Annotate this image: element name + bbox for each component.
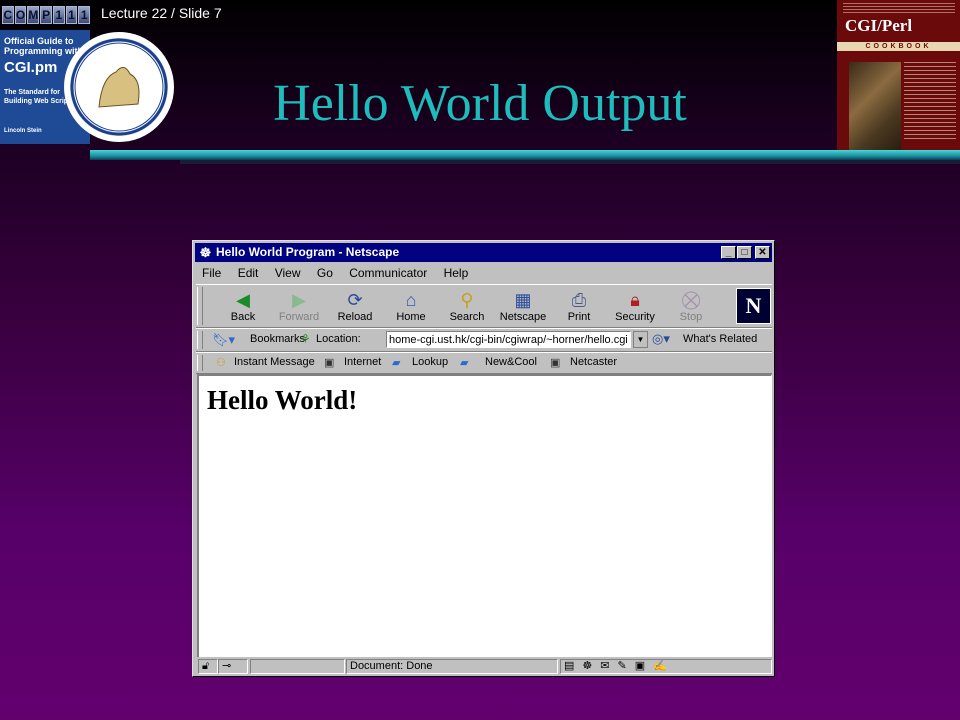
- book-line: CGI.pm: [4, 59, 58, 76]
- whats-related-icon[interactable]: ◎▾: [652, 331, 670, 347]
- toolbar-label: Stop: [679, 311, 703, 323]
- title-bar[interactable]: ☸ Hello World Program - Netscape _ □ ✕: [195, 243, 772, 262]
- forward-button[interactable]: ▶ Forward: [272, 287, 326, 325]
- logo-letter: 1: [53, 6, 65, 24]
- menu-go[interactable]: Go: [317, 266, 333, 280]
- location-url-input[interactable]: [386, 331, 631, 348]
- page-content[interactable]: Hello World!: [197, 374, 772, 657]
- maximize-button[interactable]: □: [737, 246, 752, 259]
- print-button[interactable]: ⎙ Print: [552, 287, 606, 325]
- title-rule: [90, 150, 960, 160]
- menu-help[interactable]: Help: [444, 266, 469, 280]
- logo-letter: C: [2, 6, 14, 24]
- netcaster-icon: ▣: [550, 357, 561, 369]
- security-status-icon[interactable]: 🔓︎: [198, 659, 218, 674]
- toolbar-label: Print: [567, 311, 591, 323]
- logo-letter: O: [14, 6, 27, 24]
- logo-letter: 1: [78, 6, 91, 24]
- reload-icon: ⟳: [347, 290, 363, 310]
- instant-message-icon: ⚇: [216, 357, 226, 369]
- security-lock-icon: 🔒︎: [630, 290, 640, 310]
- book-subtitle: COOKBOOK: [837, 42, 960, 51]
- window-title: Hello World Program - Netscape: [216, 245, 400, 259]
- toolbar-label: Search: [449, 311, 485, 323]
- bookmarks-icon[interactable]: 🔖︎▾: [212, 332, 235, 348]
- status-text: Document: Done: [346, 659, 558, 674]
- logo-letter: 1: [65, 6, 78, 24]
- slide-title: Hello World Output: [273, 75, 687, 132]
- page-proxy-icon[interactable]: ⚘: [300, 332, 311, 346]
- internet-link[interactable]: Internet: [344, 356, 381, 368]
- menu-view[interactable]: View: [275, 266, 301, 280]
- toolbar-label: Security: [615, 311, 655, 323]
- newcool-link[interactable]: New&Cool: [485, 356, 537, 368]
- toolbar-label: Netscape: [499, 311, 547, 323]
- whats-related-button[interactable]: What's Related: [683, 333, 757, 345]
- comp-logo: COMP111: [2, 6, 91, 24]
- netscape-window: ☸ Hello World Program - Netscape _ □ ✕ F…: [192, 240, 775, 677]
- personal-toolbar: ⚇ Instant Message ▣ Internet ▰ Lookup ▰ …: [196, 352, 772, 374]
- home-icon: ⌂: [405, 290, 417, 310]
- internet-icon: ▣: [324, 357, 335, 369]
- book-blurb: [843, 3, 955, 15]
- toolbar-grip[interactable]: [197, 331, 203, 349]
- reload-button[interactable]: ⟳ Reload: [328, 287, 382, 325]
- netscape-button[interactable]: ▦ Netscape: [496, 287, 550, 325]
- back-arrow-icon: ◀: [236, 290, 250, 310]
- close-button[interactable]: ✕: [755, 246, 770, 259]
- bookmarks-button[interactable]: Bookmarks: [250, 333, 305, 345]
- netscape-wheel-icon: ☸: [199, 245, 212, 260]
- status-bar: 🔓︎ ⊸ Document: Done ▤☸✉✎▣✍: [196, 658, 772, 675]
- book-title: CGI/Perl: [845, 16, 913, 35]
- lookup-folder-icon: ▰: [392, 357, 401, 369]
- search-icon: ⚲: [460, 290, 474, 310]
- home-button[interactable]: ⌂ Home: [384, 287, 438, 325]
- lookup-link[interactable]: Lookup: [412, 356, 448, 368]
- toolbar-label: Reload: [337, 311, 373, 323]
- toolbar-grip[interactable]: [197, 287, 203, 325]
- stop-icon: ⛒: [681, 290, 701, 310]
- netcaster-link[interactable]: Netcaster: [570, 356, 617, 368]
- toolbar-grip[interactable]: [197, 355, 203, 371]
- navigation-toolbar: ◀ Back ▶ Forward ⟳ Reload ⌂ Home ⚲ Search ▦ Ne…: [196, 284, 772, 328]
- security-button[interactable]: 🔒︎ Security: [608, 287, 662, 325]
- netscape-icon: ▦: [514, 290, 532, 310]
- search-button[interactable]: ⚲ Search: [440, 287, 494, 325]
- logo-letter: M: [27, 6, 40, 24]
- forward-arrow-icon: ▶: [292, 290, 306, 310]
- menu-edit[interactable]: Edit: [238, 266, 259, 280]
- minimize-button[interactable]: _: [721, 246, 736, 259]
- toolbar-label: Forward: [278, 311, 320, 323]
- logo-letter: P: [40, 6, 53, 24]
- print-icon: ⎙: [571, 290, 587, 310]
- menu-bar: File Edit View Go Communicator Help: [197, 264, 770, 282]
- lecture-label: Lecture 22 / Slide 7: [101, 5, 222, 21]
- menu-file[interactable]: File: [202, 266, 221, 280]
- progress-indicator: [250, 659, 345, 674]
- component-bar[interactable]: ▤☸✉✎▣✍: [560, 659, 772, 674]
- stop-button[interactable]: ⛒ Stop: [664, 287, 718, 325]
- connection-status-icon[interactable]: ⊸: [218, 659, 248, 674]
- instant-message-link[interactable]: Instant Message: [234, 356, 315, 368]
- menu-communicator[interactable]: Communicator: [349, 266, 427, 280]
- toolbar-label: Home: [396, 311, 426, 323]
- back-button[interactable]: ◀ Back: [216, 287, 270, 325]
- netscape-logo[interactable]: N: [736, 288, 771, 324]
- newcool-folder-icon: ▰: [460, 357, 469, 369]
- location-dropdown[interactable]: ▼: [633, 331, 648, 348]
- page-heading: Hello World!: [207, 385, 358, 415]
- title-rule-shadow: [180, 160, 960, 164]
- location-label: Location:: [316, 333, 361, 345]
- location-toolbar: 🔖︎▾ Bookmarks ⚘ Location: ▼ ◎▾ What's Re…: [196, 328, 772, 352]
- toolbar-label: Back: [230, 311, 256, 323]
